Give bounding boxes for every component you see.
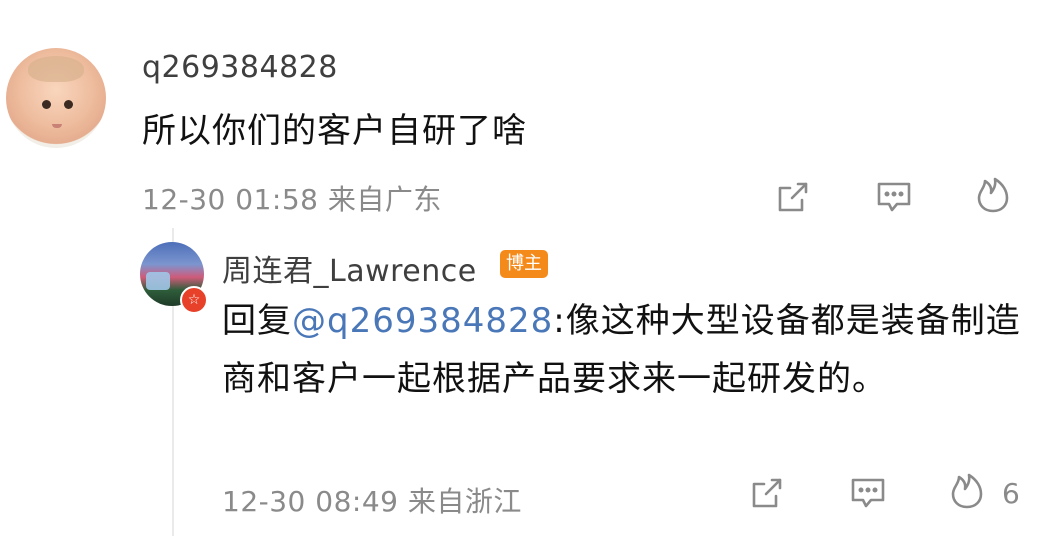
comment-time: 12-30 01:58	[142, 183, 319, 216]
reply-like-count: 6	[1002, 477, 1020, 510]
comment-icon[interactable]	[876, 180, 912, 214]
reply-location: 来自浙江	[407, 485, 522, 518]
comment-thread: q269384828 所以你们的客户自研了啥 12-30 01:58 来自广东 …	[0, 0, 1043, 536]
reply-like-icon[interactable]	[950, 472, 984, 510]
avatar-mouth	[52, 124, 62, 128]
host-badge: 博主	[500, 250, 548, 278]
like-icon[interactable]	[976, 176, 1010, 214]
avatar-eye-left	[42, 100, 51, 109]
weibo-verified-icon: ☆	[180, 286, 208, 314]
reply-meta: 12-30 08:49 来自浙江	[222, 480, 522, 520]
avatar-eye-right	[64, 100, 73, 109]
reply-share-icon[interactable]	[750, 476, 784, 510]
reply-username[interactable]: 周连君_Lawrence	[222, 246, 477, 290]
avatar-hair	[28, 56, 84, 82]
share-icon[interactable]	[776, 180, 810, 214]
avatar-scenery	[146, 272, 170, 290]
reply-text: 回复@q269384828:像这种大型设备都是装备制造商和客户一起根据产品要求来…	[222, 292, 1022, 408]
comment-location: 来自广东	[327, 183, 442, 216]
mention-link[interactable]: @q269384828	[292, 301, 553, 341]
comment-username[interactable]: q269384828	[142, 50, 338, 85]
reply-comment-icon[interactable]	[850, 476, 886, 510]
comment-text: 所以你们的客户自研了啥	[142, 111, 527, 151]
reply-time: 12-30 08:49	[222, 485, 399, 518]
reply-prefix: 回复	[222, 301, 292, 341]
user-avatar[interactable]	[6, 48, 106, 148]
comment-meta: 12-30 01:58 来自广东	[142, 178, 442, 218]
